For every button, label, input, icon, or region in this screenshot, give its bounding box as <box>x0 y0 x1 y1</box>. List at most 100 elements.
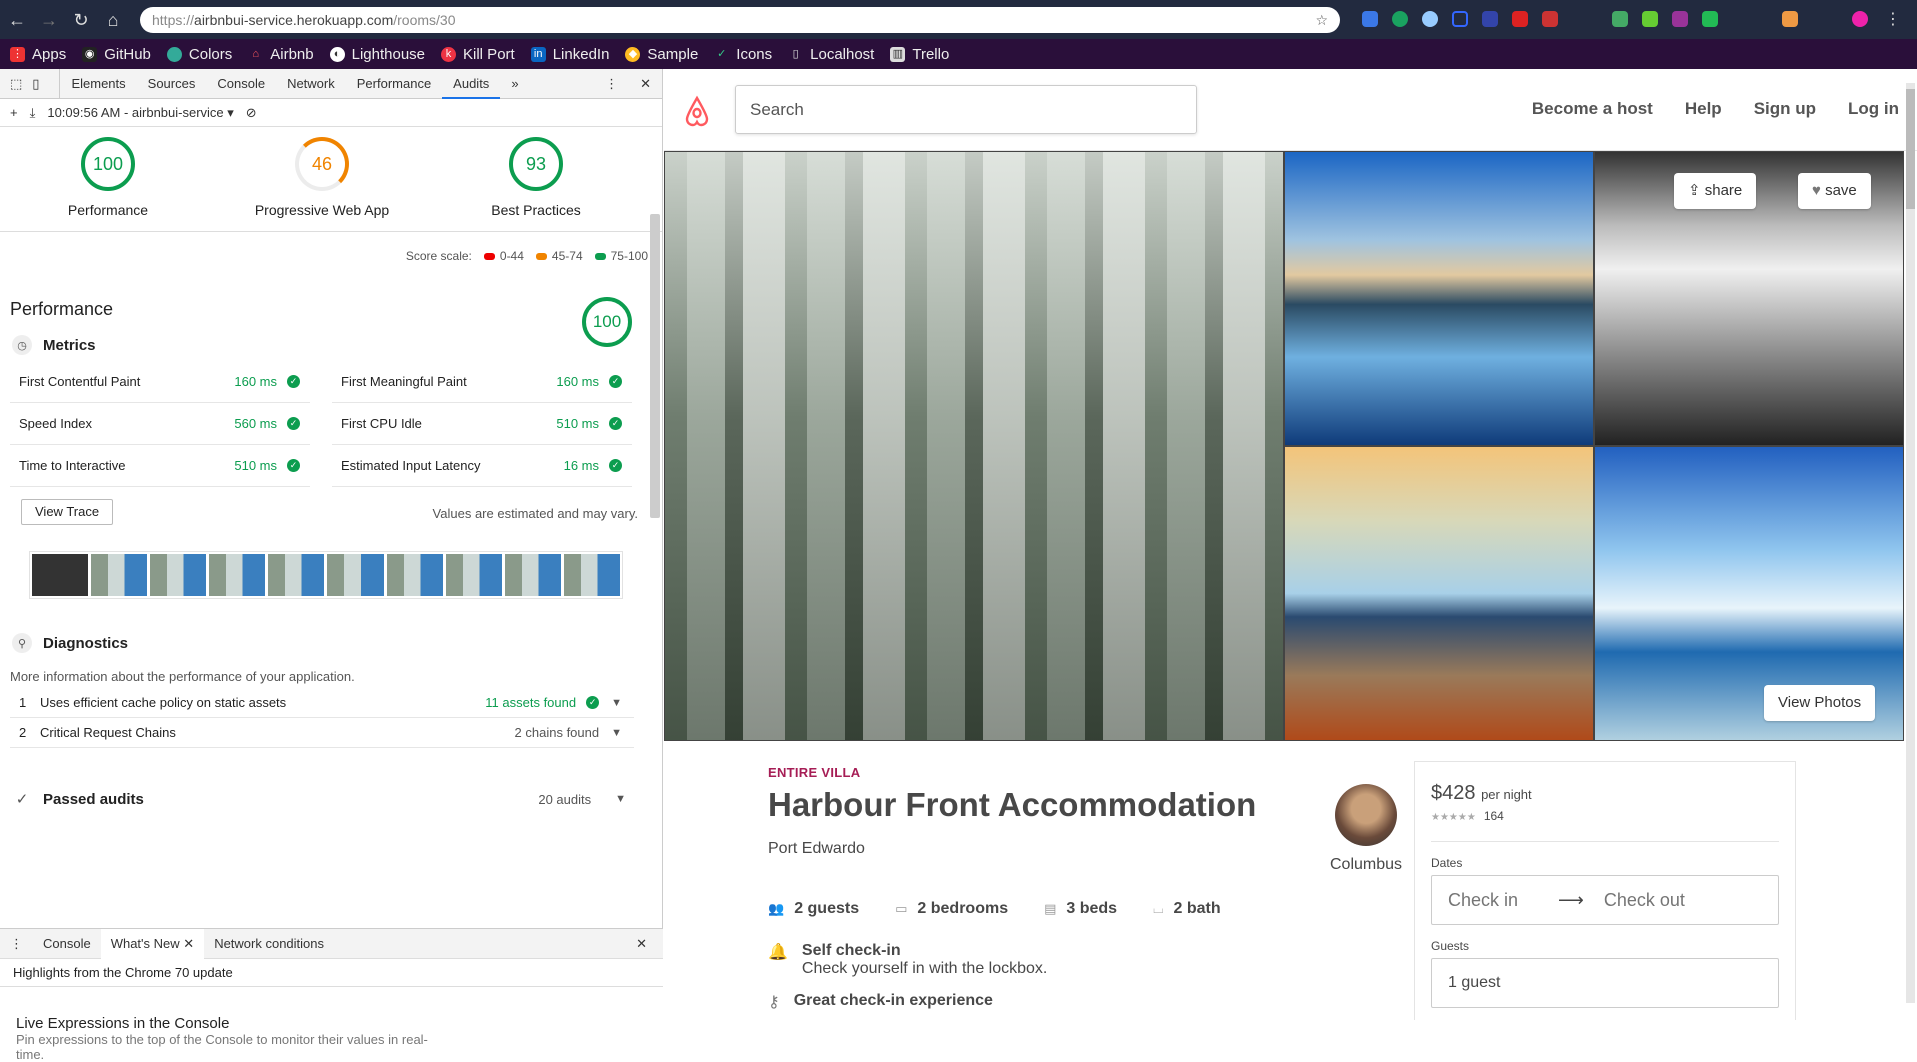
tab-network[interactable]: Network <box>276 69 346 99</box>
photo-thumb[interactable] <box>1284 151 1594 446</box>
tab-audits[interactable]: Audits <box>442 69 501 99</box>
tab-sources[interactable]: Sources <box>137 69 207 99</box>
inspect-icon[interactable]: ⬚ <box>0 69 28 99</box>
device-toolbar-icon[interactable]: ▯ <box>28 68 61 99</box>
drawer-tab-console[interactable]: Console <box>33 936 101 951</box>
bookmark-localhost[interactable]: ▯ Localhost <box>788 46 875 63</box>
nav-help[interactable]: Help <box>1685 99 1722 119</box>
report-select[interactable]: 10:09:56 AM - airbnbui-service ▾ <box>47 105 233 121</box>
pass-check-icon: ✓ <box>287 417 300 430</box>
forward-icon[interactable]: → <box>38 9 60 31</box>
key-icon: ⚷ <box>768 994 780 1011</box>
tab-performance[interactable]: Performance <box>346 69 442 99</box>
amenity-bedrooms: ▭ 2 bedrooms <box>895 900 1009 917</box>
scale-fail: 0-44 <box>483 249 524 263</box>
devtools-scrollbar[interactable] <box>650 214 660 518</box>
search-input[interactable]: Search <box>735 85 1197 134</box>
extension-icon[interactable] <box>1642 11 1658 27</box>
diagnostic-row[interactable]: 1 Uses efficient cache policy on static a… <box>10 688 634 718</box>
amenity-guests: 👥 2 guests <box>768 900 860 917</box>
nav-log-in[interactable]: Log in <box>1848 99 1899 119</box>
guests-select[interactable]: 1 guest <box>1431 958 1779 1008</box>
extension-icon[interactable] <box>1422 11 1438 27</box>
new-audit-icon[interactable]: + <box>10 105 18 120</box>
clear-icon[interactable]: ⊘ <box>246 105 257 121</box>
tab-elements[interactable]: Elements <box>60 69 136 99</box>
extension-icon[interactable] <box>1482 11 1498 27</box>
amenity-beds: ▤ 3 beds <box>1044 900 1118 917</box>
extension-icon[interactable] <box>1392 11 1408 27</box>
view-trace-button[interactable]: View Trace <box>21 499 114 525</box>
tab-console[interactable]: Console <box>206 69 276 99</box>
listing-details: ENTIRE VILLA Harbour Front Accommodation… <box>768 765 1308 1012</box>
menu-icon[interactable]: ⋮ <box>1882 9 1904 31</box>
booking-card: $428 per night ★★★★★ 164 Dates Check in ⟶… <box>1414 761 1796 1020</box>
home-icon[interactable]: ⌂ <box>102 9 124 31</box>
profile-avatar[interactable] <box>1852 11 1868 27</box>
bookmark-linkedin[interactable]: in LinkedIn <box>530 46 609 63</box>
check-in-field[interactable]: Check in <box>1448 890 1518 911</box>
gauge-ring: 100 <box>81 137 135 191</box>
address-bar[interactable]: https:// airbnbui-service.herokuapp.com … <box>140 7 1340 33</box>
drawer-tab-network-conditions[interactable]: Network conditions <box>204 936 334 951</box>
share-button[interactable]: ⇪ share <box>1674 173 1757 209</box>
bell-icon: 🔔 <box>768 944 788 961</box>
bath-icon: ⌴ <box>1153 901 1164 916</box>
save-button[interactable]: ♥ save <box>1798 173 1871 209</box>
airbnb-logo-icon[interactable] <box>682 95 712 127</box>
bookmark-star-icon[interactable]: ☆ <box>1315 12 1328 29</box>
page-scrollbar[interactable] <box>1906 83 1915 1003</box>
gauge-pwa[interactable]: 46 Progressive Web App <box>222 137 422 218</box>
nav-sign-up[interactable]: Sign up <box>1754 99 1816 119</box>
bookmark-lighthouse[interactable]: ◐ Lighthouse <box>329 46 425 63</box>
extension-icon[interactable] <box>1702 11 1718 27</box>
amenity-bath: ⌴ 2 bath <box>1153 900 1221 917</box>
pass-check-icon: ✓ <box>609 417 622 430</box>
gauge-label: Performance <box>67 202 149 218</box>
bookmark-sample[interactable]: ◆ Sample <box>625 46 698 63</box>
close-drawer-icon[interactable]: ✕ <box>626 936 657 952</box>
close-tab-icon[interactable]: ✕ <box>183 936 194 951</box>
drawer-tabbar: ⋮ Console What's New ✕ Network condition… <box>0 928 663 959</box>
more-tabs-icon[interactable]: » <box>500 69 529 99</box>
drawer-tab-whats-new[interactable]: What's New ✕ <box>100 928 205 959</box>
reload-icon[interactable]: ↻ <box>70 9 92 31</box>
view-photos-button[interactable]: View Photos <box>1764 685 1876 721</box>
bookmark-trello[interactable]: ▥ Trello <box>890 46 949 63</box>
extension-icon[interactable] <box>1612 11 1628 27</box>
extension-icon[interactable] <box>1362 11 1378 27</box>
extension-icon[interactable] <box>1452 11 1468 27</box>
extension-icon[interactable] <box>1512 11 1528 27</box>
metric-row: Time to Interactive 510 ms ✓ <box>10 445 310 487</box>
nav-become-host[interactable]: Become a host <box>1532 99 1653 119</box>
gauge-best-practices[interactable]: 93 Best Practices <box>436 137 636 218</box>
bookmark-github[interactable]: ◉ GitHub <box>82 46 151 63</box>
back-icon[interactable]: ← <box>6 9 28 31</box>
gauge-performance[interactable]: 100 Performance <box>8 137 208 218</box>
filmstrip-frame <box>386 554 443 596</box>
host-profile[interactable]: Columbus <box>1327 784 1405 874</box>
extension-icon[interactable] <box>1542 11 1558 27</box>
extension-icon[interactable] <box>1672 11 1688 27</box>
url-path: /rooms/30 <box>393 12 456 28</box>
drawer-menu-icon[interactable]: ⋮ <box>0 936 33 952</box>
photo-main[interactable] <box>664 151 1284 741</box>
check-out-field[interactable]: Check out <box>1604 890 1685 911</box>
extension-icon[interactable] <box>1782 11 1798 27</box>
bookmark-airbnb[interactable]: ⌂ Airbnb <box>248 46 313 63</box>
bookmark-apps[interactable]: ⋮ Apps <box>10 46 66 63</box>
photo-thumb[interactable] <box>1284 446 1594 741</box>
date-range-picker[interactable]: Check in ⟶ Check out <box>1431 875 1779 925</box>
passed-audits-row[interactable]: ✓ Passed audits 20 audits ▼ <box>12 789 636 809</box>
filmstrip-frame <box>445 554 502 596</box>
bookmark-kill-port[interactable]: k Kill Port <box>441 46 515 63</box>
checkmark-icon: ✓ <box>15 791 29 808</box>
close-devtools-icon[interactable]: ✕ <box>629 69 662 99</box>
download-report-icon[interactable]: ⤓ <box>30 105 36 121</box>
news-item[interactable]: Live Expressions in the Console Pin expr… <box>16 1015 456 1062</box>
host-avatar[interactable] <box>1335 784 1397 846</box>
diagnostic-row[interactable]: 2 Critical Request Chains 2 chains found ▼ <box>10 718 634 748</box>
bookmark-icons[interactable]: ✓ Icons <box>714 46 772 63</box>
devtools-menu-icon[interactable]: ⋮ <box>594 69 629 99</box>
bookmark-colors[interactable]: Colors <box>166 46 232 63</box>
